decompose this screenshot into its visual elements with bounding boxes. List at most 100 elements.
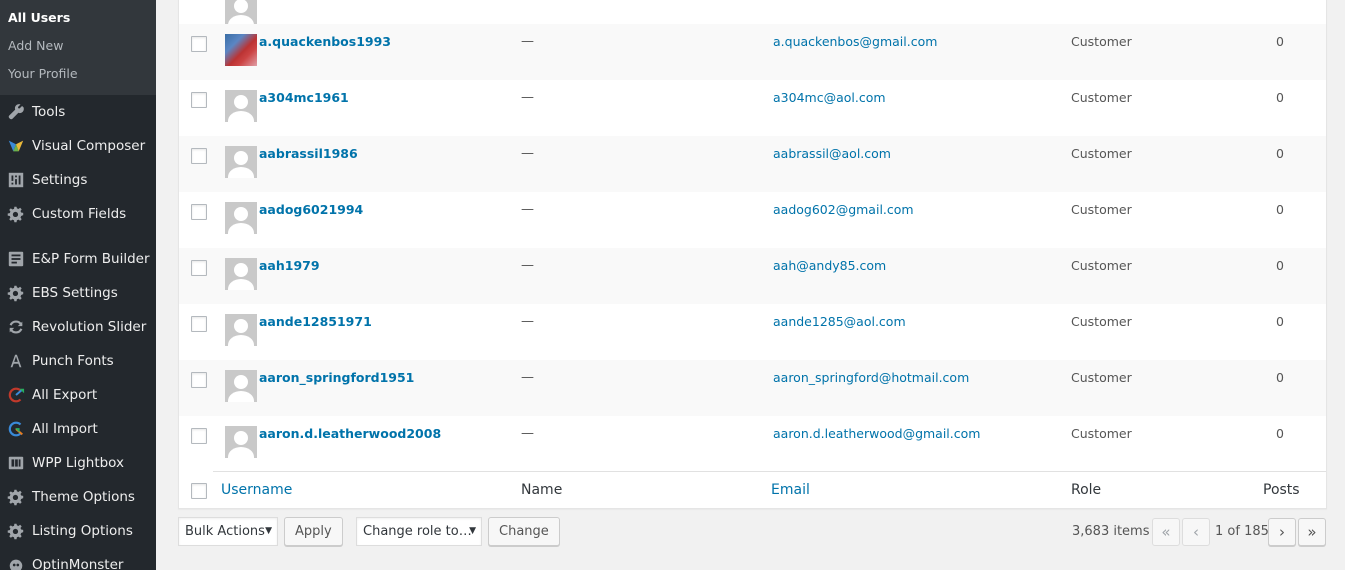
menu-all-export-label: All Export [32,387,98,403]
email-link[interactable]: aabrassil@aol.com [773,146,891,161]
avatar [225,0,257,26]
gear-icon [0,488,32,506]
dropdown-caret-icon: ▼ [265,526,272,536]
username-link[interactable]: aande12851971 [259,314,372,329]
menu-punch-fonts[interactable]: Punch Fonts [0,344,156,378]
submenu-all-users[interactable]: All Users [0,4,156,32]
footer-divider [213,471,1326,472]
email-link[interactable]: aadog602@gmail.com [773,202,914,217]
posts-cell: 0 [1276,314,1284,329]
submenu-your-profile[interactable]: Your Profile [0,60,156,88]
column-username[interactable]: Username [221,482,292,498]
menu-listing-options-label: Listing Options [32,523,133,539]
settings-sliders-icon [0,171,32,189]
page-indicator: 1 of 185 [1215,524,1269,539]
role-cell: Customer [1071,426,1132,441]
avatar [225,90,257,122]
table-row: aaron_springford1951 — aaron_springford@… [179,360,1326,416]
username-link[interactable]: aaron.d.leatherwood2008 [259,426,441,441]
avatar [225,370,257,402]
avatar [225,34,257,66]
menu-custom-fields[interactable]: Custom Fields [0,197,156,231]
menu-revolution-slider-label: Revolution Slider [32,319,147,335]
form-icon [0,250,32,268]
menu-visual-composer[interactable]: Visual Composer [0,129,156,163]
menu-revolution-slider[interactable]: Revolution Slider [0,310,156,344]
username-link[interactable]: aadog6021994 [259,202,363,217]
email-link[interactable]: a304mc@aol.com [773,90,886,105]
role-cell: Customer [1071,90,1132,105]
name-cell: — [521,314,534,329]
last-page-button[interactable]: » [1298,518,1326,546]
bulk-actions-select[interactable]: Bulk Actions ▼ [178,517,278,546]
email-link[interactable]: a.quackenbos@gmail.com [773,34,937,49]
column-role: Role [1071,482,1102,498]
export-icon [0,386,32,404]
change-button[interactable]: Change [488,517,560,546]
prev-page-button[interactable]: ‹ [1182,518,1210,546]
menu-ebs-settings-label: EBS Settings [32,285,118,301]
next-page-button[interactable]: › [1268,518,1296,546]
username-link[interactable]: aaron_springford1951 [259,370,414,385]
submenu-add-new[interactable]: Add New [0,32,156,60]
role-cell: Customer [1071,202,1132,217]
menu-theme-options[interactable]: Theme Options [0,480,156,514]
menu-settings[interactable]: Settings [0,163,156,197]
items-count: 3,683 items [1072,524,1150,539]
row-checkbox[interactable] [191,372,207,388]
table-footer: Username Name Email Role Posts [179,471,1326,508]
menu-listing-options[interactable]: Listing Options [0,514,156,548]
table-row: aaron.d.leatherwood2008 — aaron.d.leathe… [179,416,1326,472]
username-link[interactable]: a304mc1961 [259,90,349,105]
row-checkbox[interactable] [191,92,207,108]
dropdown-caret-icon: ▼ [469,526,476,536]
role-cell: Customer [1071,34,1132,49]
change-role-select[interactable]: Change role to… ▼ [356,517,482,546]
email-link[interactable]: aaron.d.leatherwood@gmail.com [773,426,980,441]
gear-icon [0,205,32,223]
column-posts: Posts [1263,482,1300,498]
menu-visual-composer-label: Visual Composer [32,138,146,154]
menu-all-export[interactable]: All Export [0,378,156,412]
role-cell: Customer [1071,314,1132,329]
row-checkbox[interactable] [191,316,207,332]
menu-optinmonster[interactable]: OptinMonster [0,548,156,570]
email-link[interactable]: aah@andy85.com [773,258,886,273]
row-checkbox[interactable] [191,428,207,444]
wrench-icon [0,103,32,121]
row-checkbox[interactable] [191,204,207,220]
refresh-icon [0,318,32,336]
table-row: aande12851971 — aande1285@aol.com Custom… [179,304,1326,360]
menu-all-import[interactable]: All Import [0,412,156,446]
posts-cell: 0 [1276,426,1284,441]
menu-ep-form-builder[interactable]: E&P Form Builder [0,242,156,276]
username-link[interactable]: aah1979 [259,258,320,273]
menu-wpp-lightbox[interactable]: WPP Lightbox [0,446,156,480]
apply-button[interactable]: Apply [284,517,343,546]
email-link[interactable]: aaron_springford@hotmail.com [773,370,969,385]
table-row: aadog6021994 — aadog602@gmail.com Custom… [179,192,1326,248]
name-cell: — [521,370,534,385]
menu-tools[interactable]: Tools [0,95,156,129]
users-table: a.quackenbos1993 — a.quackenbos@gmail.co… [178,0,1327,509]
admin-menu: Tools Visual Composer Settings Custom Fi… [0,95,156,570]
menu-all-import-label: All Import [32,421,98,437]
role-cell: Customer [1071,146,1132,161]
email-link[interactable]: aande1285@aol.com [773,314,906,329]
select-all-checkbox[interactable] [191,483,207,499]
row-checkbox[interactable] [191,148,207,164]
first-page-button[interactable]: « [1152,518,1180,546]
lightbox-icon [0,454,32,472]
username-link[interactable]: a.quackenbos1993 [259,34,391,49]
font-a-icon [0,352,32,370]
avatar [225,146,257,178]
row-checkbox[interactable] [191,36,207,52]
username-link[interactable]: aabrassil1986 [259,146,358,161]
menu-punch-fonts-label: Punch Fonts [32,353,114,369]
menu-separator [0,231,156,242]
row-checkbox[interactable] [191,260,207,276]
avatar [225,426,257,458]
column-email[interactable]: Email [771,482,810,498]
gear-icon [0,522,32,540]
menu-ebs-settings[interactable]: EBS Settings [0,276,156,310]
